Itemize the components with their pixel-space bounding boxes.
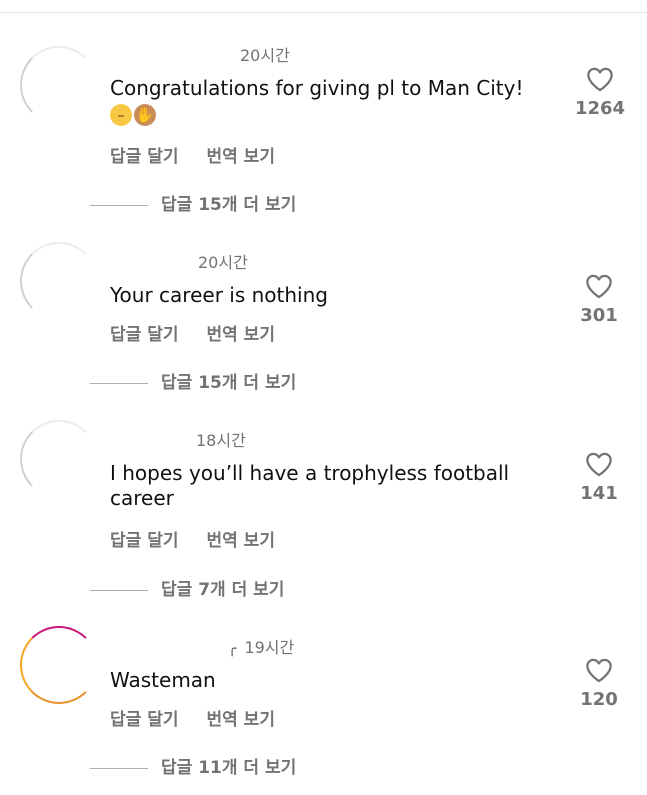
like-count: 141 — [580, 483, 618, 504]
like-control: 1264 — [570, 66, 630, 119]
comment-actions: 답글 달기 번역 보기 — [110, 526, 275, 551]
reply-thread-line — [90, 767, 148, 769]
avatar[interactable] — [20, 46, 98, 124]
comment-timestamp: 18시간 — [196, 431, 246, 450]
heart-outline-icon[interactable] — [585, 657, 613, 683]
view-replies-label: 답글 15개 더 보기 — [161, 195, 297, 215]
pin-icon: ╭ — [228, 641, 237, 657]
comment-actions: 답글 달기 번역 보기 — [110, 320, 275, 345]
like-control: 120 — [569, 657, 629, 710]
avatar[interactable] — [20, 242, 98, 320]
comment-actions: 답글 달기 번역 보기 — [110, 142, 275, 167]
reply-button[interactable]: 답글 달기 — [110, 531, 178, 551]
translate-button[interactable]: 번역 보기 — [206, 325, 274, 345]
like-count: 301 — [580, 305, 618, 326]
clapping-hands-emoji-icon: ✋ — [134, 103, 156, 126]
like-count: 1264 — [574, 98, 626, 119]
view-replies-button[interactable]: 답글 15개 더 보기 — [90, 190, 296, 215]
like-count: 120 — [580, 689, 618, 710]
translate-button[interactable]: 번역 보기 — [206, 710, 274, 730]
comment-timestamp: ╭ 19시간 — [228, 634, 294, 658]
reply-button[interactable]: 답글 달기 — [110, 710, 178, 730]
comment-timestamp: 20시간 — [198, 253, 248, 272]
view-replies-button[interactable]: 답글 11개 더 보기 — [90, 753, 296, 778]
translate-button[interactable]: 번역 보기 — [206, 147, 274, 167]
comment-text: Wasteman — [110, 668, 216, 692]
comment-timestamp: 20시간 — [240, 46, 290, 65]
top-divider — [0, 12, 647, 13]
view-replies-label: 답글 11개 더 보기 — [161, 758, 297, 778]
heart-outline-icon[interactable] — [586, 66, 614, 92]
view-replies-label: 답글 15개 더 보기 — [161, 373, 297, 393]
comment-text: Your career is nothing — [110, 283, 328, 307]
like-control: 301 — [569, 273, 629, 326]
reply-button[interactable]: 답글 달기 — [110, 325, 178, 345]
reply-button[interactable]: 답글 달기 — [110, 147, 178, 167]
comment-text: I hopes you’ll have a trophyless footbal… — [110, 461, 510, 510]
heart-outline-icon[interactable] — [585, 451, 613, 477]
avatar[interactable] — [20, 420, 98, 498]
comment-text: Congratulations for giving pl to Man Cit… — [110, 76, 560, 126]
translate-button[interactable]: 번역 보기 — [206, 531, 274, 551]
comment-actions: 답글 달기 번역 보기 — [110, 705, 275, 730]
heart-outline-icon[interactable] — [585, 273, 613, 299]
reply-thread-line — [90, 382, 148, 384]
avatar-story-ring[interactable] — [20, 626, 98, 704]
comment-text-content: Congratulations for giving pl to Man Cit… — [110, 76, 524, 100]
view-replies-button[interactable]: 답글 7개 더 보기 — [90, 575, 284, 600]
view-replies-button[interactable]: 답글 15개 더 보기 — [90, 368, 296, 393]
reply-thread-line — [90, 204, 148, 206]
reply-thread-line — [90, 589, 148, 591]
comment-timestamp-value: 19시간 — [244, 638, 295, 657]
view-replies-label: 답글 7개 더 보기 — [161, 580, 285, 600]
expressionless-face-emoji-icon: – — [110, 103, 132, 126]
like-control: 141 — [569, 451, 629, 504]
